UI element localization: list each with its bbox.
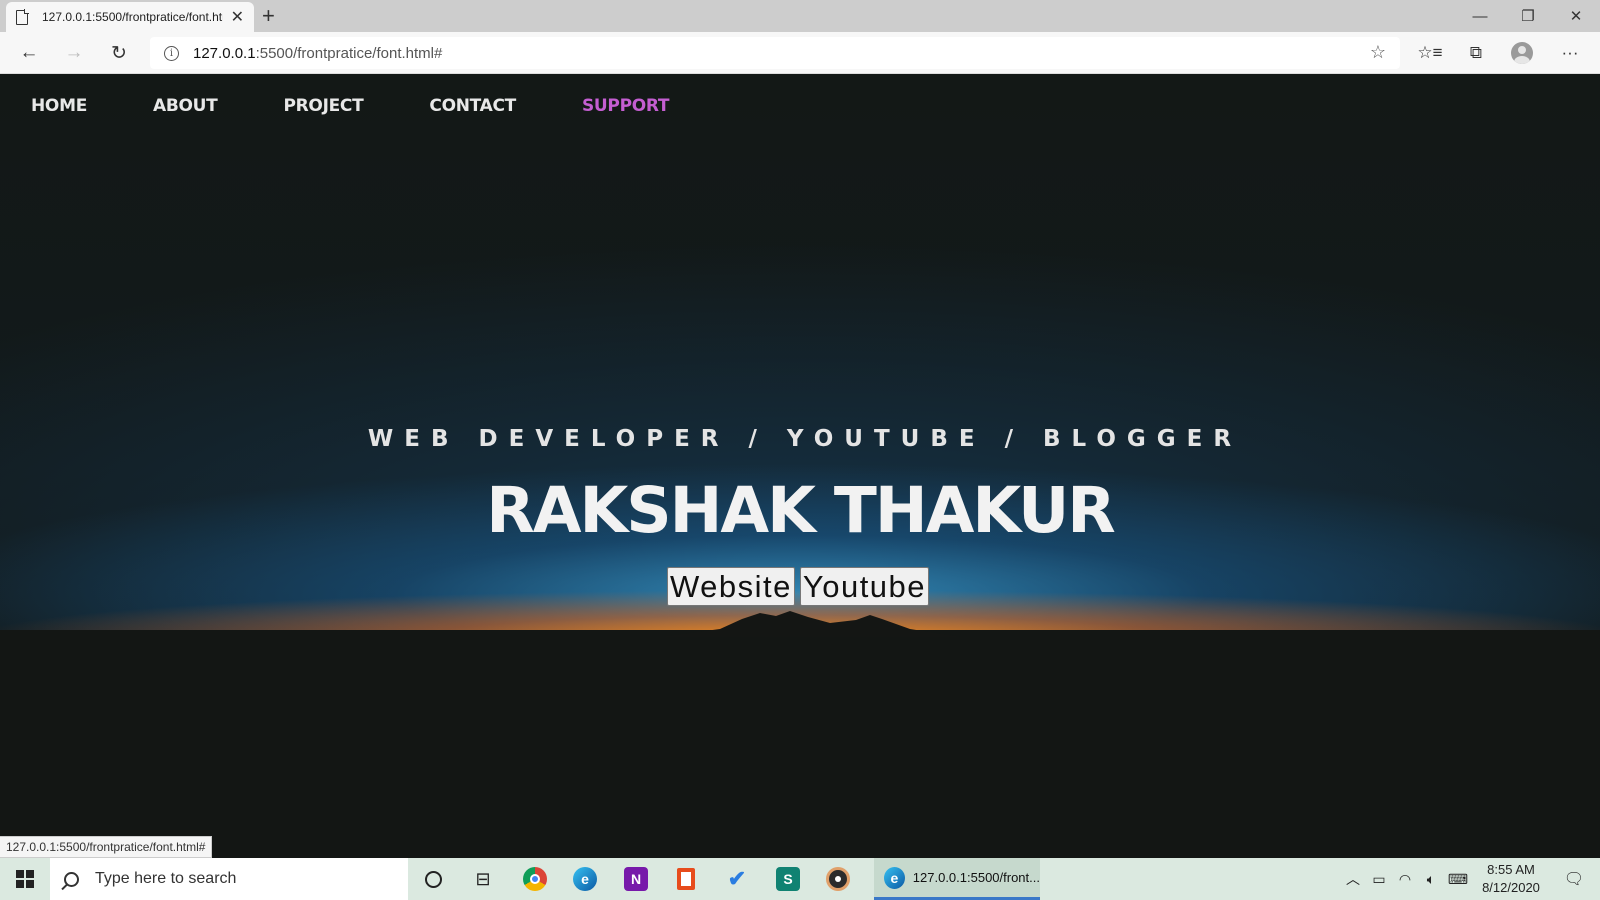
start-button[interactable] [0,858,50,900]
onenote-icon[interactable]: N [611,858,661,900]
windows-icon [16,870,34,888]
browser-tab[interactable]: 127.0.0.1:5500/frontpratice/font.html# ✕ [6,2,254,32]
ground-silhouette [0,630,1600,858]
hero-subtitle: WEB DEVELOPER / YOUTUBE / BLOGGER [367,426,1243,452]
clock-date: 8/12/2020 [1482,880,1540,895]
todo-icon[interactable]: ✔ [712,858,762,900]
url-path: :5500/frontpratice/font.html# [255,44,443,62]
clock[interactable]: 8:55 AM 8/12/2020 [1470,861,1552,897]
profile-icon[interactable] [1506,39,1538,67]
url-host: 127.0.0.1 [193,44,256,62]
favorites-icon[interactable]: ☆≡ [1414,39,1446,67]
chevron-up-icon[interactable]: ︿ [1340,858,1366,900]
active-app-label: 127.0.0.1:5500/front... [912,870,1040,885]
tab-title: 127.0.0.1:5500/frontpratice/font.html# [42,10,223,24]
mountain-silhouette [660,611,960,637]
edge-icon[interactable]: e [560,858,610,900]
notifications-icon[interactable]: 🗨︎ [1554,858,1594,900]
avatar [1511,42,1533,64]
sway-icon[interactable]: S [763,858,813,900]
clock-time: 8:55 AM [1487,862,1535,877]
web-page: HOME ABOUT PROJECT CONTACT SUPPORT WEB D… [0,74,1600,858]
wifi-icon[interactable]: ◠ [1392,858,1418,900]
office-icon[interactable] [661,858,711,900]
nav-project[interactable]: PROJECT [283,96,363,116]
groove-icon[interactable] [813,858,863,900]
youtube-button[interactable]: Youtube [799,567,930,606]
volume-icon[interactable]: 🔈︎ [1418,858,1444,900]
status-url-tooltip: 127.0.0.1:5500/frontpratice/font.html# [0,836,213,858]
close-window-icon[interactable]: ✕ [1552,0,1600,32]
keyboard-icon[interactable]: ⌨︎ [1444,858,1472,900]
star-icon[interactable]: ☆ [1370,42,1386,63]
more-icon[interactable]: ··· [1554,39,1586,67]
website-button[interactable]: Website [666,567,795,606]
nav-about[interactable]: ABOUT [153,96,218,116]
address-bar-row: ← → ↻ i 127.0.0.1:5500/frontpratice/font… [0,32,1600,74]
edge-icon: e [884,866,905,889]
minimize-icon[interactable]: — [1456,0,1504,32]
hero-buttons: Website Youtube [0,567,1600,606]
nav-support[interactable]: SUPPORT [582,96,670,116]
windows-taskbar: Type here to search ⊟ e N ✔ S e 127.0.0.… [0,858,1600,900]
cortana-icon[interactable] [408,858,458,900]
nav-home[interactable]: HOME [31,96,87,116]
chrome-icon[interactable] [510,858,560,900]
forward-icon[interactable]: → [59,39,89,67]
refresh-icon[interactable]: ↻ [104,39,134,67]
page-icon [16,9,29,25]
battery-icon[interactable]: ▭ [1366,858,1392,900]
info-icon[interactable]: i [164,45,179,61]
browser-tab-bar: 127.0.0.1:5500/frontpratice/font.html# ✕… [0,0,1600,32]
search-icon [64,871,79,887]
taskbar-active-app[interactable]: e 127.0.0.1:5500/front... [874,858,1040,900]
back-icon[interactable]: ← [14,39,44,67]
close-tab-icon[interactable]: ✕ [231,7,244,27]
collections-icon[interactable]: ⧉ [1460,39,1492,67]
nav-contact[interactable]: CONTACT [429,96,516,116]
taskview-icon[interactable]: ⊟ [458,858,508,900]
search-placeholder: Type here to search [95,870,237,887]
taskbar-search[interactable]: Type here to search [50,858,408,900]
new-tab-button[interactable]: + [262,3,275,29]
main-nav: HOME ABOUT PROJECT CONTACT SUPPORT [31,96,735,116]
hero-name: RAKSHAK THAKUR [486,474,1116,547]
restore-icon[interactable]: ❐ [1504,0,1552,32]
url-field[interactable]: i 127.0.0.1:5500/frontpratice/font.html#… [150,37,1400,69]
